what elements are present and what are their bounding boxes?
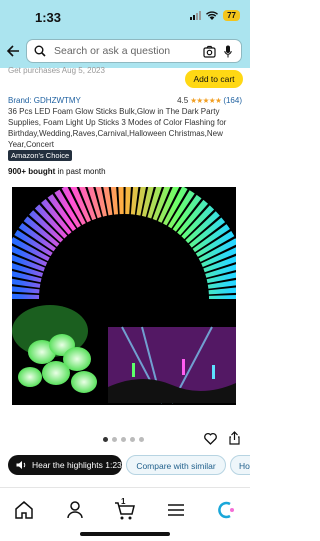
account-icon[interactable] xyxy=(63,498,87,522)
menu-icon[interactable] xyxy=(164,498,188,522)
cart-count: 1 xyxy=(121,497,126,506)
search-box[interactable]: Search or ask a question xyxy=(26,39,242,63)
next-pill-button[interactable]: Ho xyxy=(230,455,250,475)
add-to-cart-button[interactable]: Add to cart xyxy=(185,70,243,88)
cart-nav[interactable]: 1 xyxy=(113,497,137,522)
product-title: 36 Pcs LED Foam Glow Sticks Bulk,Glow in… xyxy=(8,107,227,149)
cellular-signal-icon xyxy=(190,11,202,20)
home-indicator xyxy=(80,532,170,536)
speaker-icon xyxy=(16,461,26,469)
amazons-choice-badge: Amazon's Choice xyxy=(8,150,73,161)
gallery-dot[interactable] xyxy=(121,437,126,442)
microphone-icon[interactable] xyxy=(224,45,232,58)
star-rating-icon: ★★★★★ xyxy=(190,96,222,105)
bought-count-rest: in past month xyxy=(55,167,106,176)
screen: 1:33 77 Search or ask a question Get pur… xyxy=(0,0,250,541)
hear-highlights-label: Hear the highlights 1:23 xyxy=(32,460,122,470)
status-time: 1:33 xyxy=(35,10,62,25)
compare-with-similar-button[interactable]: Compare with similar xyxy=(126,455,226,475)
search-icon xyxy=(34,45,46,57)
heart-icon[interactable] xyxy=(204,432,217,445)
share-icon[interactable] xyxy=(229,431,240,445)
rating[interactable]: 4.5 ★★★★★ (164) xyxy=(177,96,242,105)
hear-highlights-button[interactable]: Hear the highlights 1:23 xyxy=(8,455,122,475)
home-icon[interactable] xyxy=(12,498,36,522)
gallery-dot[interactable] xyxy=(139,437,144,442)
gallery-dots[interactable] xyxy=(103,437,144,442)
wifi-icon xyxy=(206,11,219,20)
bought-count-bold: 900+ bought xyxy=(8,167,56,176)
bought-count: 900+ bought in past month xyxy=(8,167,106,176)
gallery-dot[interactable] xyxy=(130,437,135,442)
bottom-nav: 1 xyxy=(0,487,250,541)
gallery-dot[interactable] xyxy=(103,437,108,442)
back-arrow-icon[interactable] xyxy=(6,44,20,58)
brand-link[interactable]: Brand: GDHZWTMY xyxy=(8,96,81,105)
search-input[interactable]: Search or ask a question xyxy=(54,45,203,57)
review-count[interactable]: (164) xyxy=(223,96,242,105)
gallery-dot[interactable] xyxy=(112,437,117,442)
status-icons: 77 xyxy=(190,10,240,21)
strip-partial-text: Get purchases Aug 5, 2023 xyxy=(8,66,105,75)
header: 1:33 77 Search or ask a question xyxy=(0,0,250,68)
assistant-icon[interactable] xyxy=(214,498,238,522)
product-image[interactable] xyxy=(12,187,236,405)
brand-row: Brand: GDHZWTMY 4.5 ★★★★★ (164) xyxy=(8,96,242,105)
rating-value: 4.5 xyxy=(177,96,189,105)
camera-scan-icon[interactable] xyxy=(203,45,216,58)
battery-indicator: 77 xyxy=(223,10,240,21)
